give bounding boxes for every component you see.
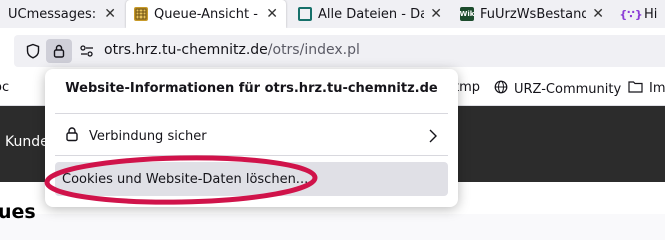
bookmark-oc[interactable]: oc <box>0 80 9 95</box>
panel-title: Website-Informationen für otrs.hrz.tu-ch… <box>65 81 438 96</box>
tab-ucmessages[interactable]: UCmessages: Cl ✕ <box>0 0 124 28</box>
lock-icon[interactable] <box>46 39 72 63</box>
close-icon[interactable]: ✕ <box>104 6 116 22</box>
tab-strip: UCmessages: Cl ✕ Queue-Ansicht - T ✕ All… <box>0 0 665 28</box>
url-path: /otrs/index.pl <box>267 42 360 58</box>
url-text[interactable]: otrs.hrz.tu-chemnitz.de/otrs/index.pl <box>104 42 360 58</box>
tab-label: FuUrzWsBestand <box>480 6 587 22</box>
tab-alle-dateien[interactable]: Alle Dateien - Dat ✕ <box>290 0 450 28</box>
tab-label: Queue-Ansicht - T <box>154 6 261 22</box>
url-bar[interactable]: otrs.hrz.tu-chemnitz.de/otrs/index.pl <box>14 35 665 67</box>
otrs-favicon-icon <box>134 7 148 21</box>
globe-icon <box>494 80 508 98</box>
close-icon[interactable]: ✕ <box>430 6 442 22</box>
wiki-favicon-icon: Wik <box>460 7 474 21</box>
bookmark-label: Im <box>649 81 665 96</box>
close-icon[interactable]: ✕ <box>266 6 278 22</box>
close-icon[interactable]: ✕ <box>592 6 604 22</box>
tab-label: Hig <box>644 6 657 22</box>
page-heading: ues <box>0 201 36 223</box>
connection-label: Verbindung sicher <box>89 128 207 144</box>
url-host: otrs.hrz.tu-chemnitz.de <box>104 42 268 58</box>
tab-hig[interactable]: {∵} Hig <box>616 0 665 28</box>
kunde-nav-item[interactable]: Kunde <box>5 134 49 150</box>
bookmark-label: URZ-Community <box>514 81 622 97</box>
bookmark-label: oc <box>0 80 10 95</box>
bookmark-folder-im[interactable]: Im <box>628 80 665 97</box>
shield-icon[interactable] <box>20 39 46 63</box>
permissions-icon[interactable] <box>74 39 100 63</box>
tab-queue-ansicht[interactable]: Queue-Ansicht - T ✕ <box>126 0 286 28</box>
tab-label: Alle Dateien - Dat <box>318 6 425 22</box>
lock-icon <box>65 126 79 146</box>
tab-label: UCmessages: Cl <box>8 6 98 22</box>
annotation-ellipse <box>44 155 318 205</box>
file-favicon-icon <box>298 7 312 21</box>
divider <box>55 113 448 114</box>
code-favicon-icon: {∵} <box>619 7 643 21</box>
bookmark-urz-community[interactable]: URZ-Community <box>494 80 621 98</box>
navigation-bar: otrs.hrz.tu-chemnitz.de/otrs/index.pl <box>0 28 665 72</box>
connection-secure-row[interactable]: Verbindung sicher <box>55 121 448 151</box>
folder-icon <box>628 80 643 97</box>
tab-fuurzwsbestand[interactable]: Wik FuUrzWsBestand ✕ <box>452 0 612 28</box>
chevron-right-icon <box>428 128 438 148</box>
